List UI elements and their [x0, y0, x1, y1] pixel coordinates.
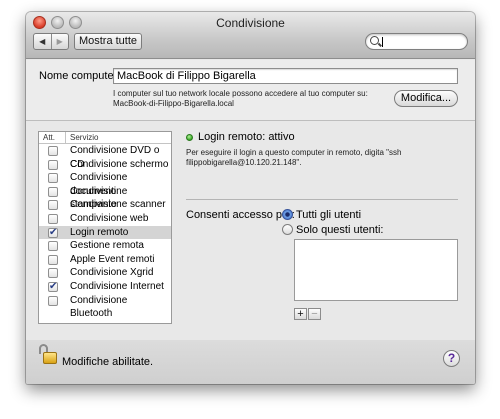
service-checkbox[interactable] — [48, 295, 58, 306]
service-row[interactable]: ✔ Condivisione Internet — [39, 280, 171, 294]
back-forward-control: ◀ ▶ — [33, 33, 69, 50]
service-row[interactable]: Apple Event remoti — [39, 253, 171, 267]
lock-status-text: Modifiche abilitate. — [62, 356, 154, 368]
service-checkbox[interactable] — [48, 254, 58, 265]
service-row[interactable]: Condivisione Bluetooth — [39, 294, 171, 319]
service-row[interactable]: Gestione remota — [39, 239, 171, 253]
section-divider — [186, 199, 458, 200]
service-description-line2: filippobigarella@10.120.21.148". — [186, 158, 302, 167]
service-checkbox[interactable] — [48, 268, 58, 279]
edit-button[interactable]: Modifica... — [394, 90, 458, 107]
show-all-button[interactable]: Mostra tutte — [74, 33, 142, 50]
magnifier-icon — [370, 36, 379, 45]
service-checkbox[interactable] — [48, 186, 58, 197]
computer-name-field[interactable]: MacBook di Filippo Bigarella — [113, 68, 458, 84]
radio-only-these-users[interactable] — [282, 224, 293, 235]
service-checkbox[interactable] — [48, 159, 58, 170]
service-row[interactable]: Condivisione scanner — [39, 198, 171, 212]
service-label: Gestione remota — [70, 240, 144, 252]
column-header-service[interactable]: Servizio — [65, 132, 98, 143]
computer-address-info-line1: I computer sul tuo network locale posson… — [113, 89, 368, 98]
computer-address-info-line2: MacBook-di-Filippo-Bigarella.local — [113, 99, 234, 108]
service-checkbox[interactable] — [48, 241, 58, 252]
forward-arrow-icon[interactable]: ▶ — [50, 34, 69, 49]
service-row[interactable]: Condivisione stampante — [39, 185, 171, 210]
service-label: Condivisione schermo — [70, 158, 169, 170]
column-header-on[interactable]: Att. — [43, 132, 55, 143]
service-checkbox[interactable] — [48, 213, 58, 224]
search-input[interactable] — [365, 33, 468, 50]
service-list: Att. Servizio Condivisione DVD o CD Condi… — [38, 131, 172, 324]
service-checkbox[interactable] — [48, 173, 58, 184]
service-row[interactable]: Condivisione documenti — [39, 171, 171, 197]
radio-all-users[interactable] — [282, 209, 293, 220]
text-cursor — [382, 37, 383, 47]
computer-name-label: Nome computer: — [39, 70, 121, 82]
unlocked-padlock-icon[interactable] — [39, 344, 59, 366]
service-label: Condivisione web — [70, 212, 149, 224]
option-all-users-label[interactable]: Tutti gli utenti — [296, 209, 361, 221]
service-row[interactable]: Condivisione Xgrid — [39, 266, 171, 280]
service-label: Condivisione scanner — [70, 199, 166, 211]
service-checkbox[interactable]: ✔ — [48, 281, 58, 292]
service-list-header: Att. Servizio — [39, 132, 171, 144]
service-description: Per eseguire il login a questo computer … — [186, 148, 456, 168]
help-button[interactable]: ? — [443, 350, 460, 367]
service-status: Login remoto: attivo — [198, 131, 295, 143]
service-label: Condivisione Internet — [70, 280, 164, 292]
sharing-window: Condivisione ◀ ▶ Mostra tutte Nome compu… — [26, 12, 475, 384]
service-row[interactable]: ✔ Login remoto — [39, 225, 171, 240]
service-row[interactable]: Condivisione DVD o CD — [39, 144, 171, 170]
option-only-these-users-label[interactable]: Solo questi utenti: — [296, 224, 383, 236]
service-checkbox[interactable] — [48, 200, 58, 211]
computer-address-info: I computer sul tuo network locale posson… — [113, 89, 368, 109]
status-indicator-icon — [186, 134, 193, 141]
access-label: Consenti accesso per: — [186, 209, 295, 221]
service-label: Condivisione Bluetooth — [70, 294, 128, 320]
window-title: Condivisione — [216, 16, 285, 30]
add-user-button[interactable]: + — [294, 308, 307, 320]
title-bar: Condivisione ◀ ▶ Mostra tutte — [26, 12, 475, 59]
remove-user-button[interactable]: − — [308, 308, 321, 320]
service-description-line1: Per eseguire il login a questo computer … — [186, 148, 402, 157]
service-row[interactable]: Condivisione schermo — [39, 158, 171, 172]
service-checkbox[interactable]: ✔ — [48, 227, 58, 238]
back-arrow-icon[interactable]: ◀ — [34, 34, 51, 49]
service-label: Condivisione Xgrid — [70, 267, 154, 279]
computer-name-section: Nome computer: MacBook di Filippo Bigare… — [26, 60, 475, 121]
service-row[interactable]: Condivisione web — [39, 212, 171, 226]
service-label: Apple Event remoti — [70, 253, 155, 265]
allowed-users-list[interactable] — [294, 239, 458, 301]
service-label: Login remoto — [70, 226, 129, 238]
service-checkbox[interactable] — [48, 146, 58, 156]
